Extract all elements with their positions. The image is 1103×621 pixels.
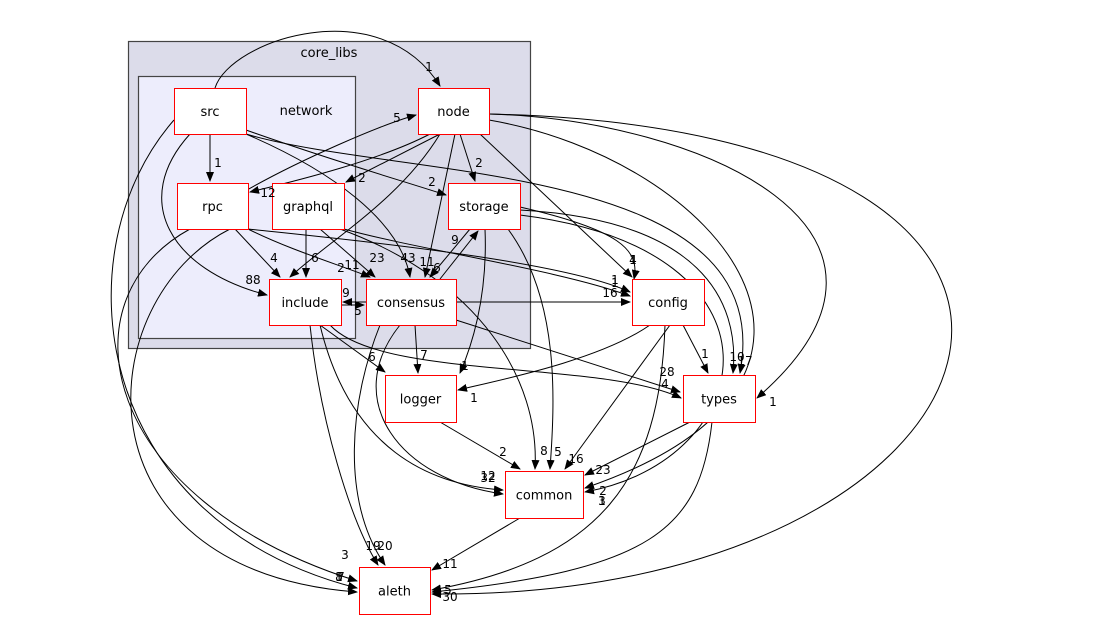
- node-config[interactable]: config: [632, 279, 705, 326]
- node-label: storage: [459, 200, 508, 215]
- edge-label: 2: [358, 171, 366, 185]
- edge-label: 2: [499, 445, 507, 459]
- edge-label: 11: [442, 557, 457, 571]
- node-src[interactable]: src: [174, 88, 247, 135]
- node-label: node: [437, 105, 469, 120]
- node-types[interactable]: types: [683, 375, 756, 423]
- node-storage[interactable]: storage: [448, 183, 521, 230]
- edge-label: 5: [554, 445, 562, 459]
- edge-label: 6: [433, 261, 441, 275]
- edge-label: 12: [260, 186, 275, 200]
- edge-label: 16: [568, 452, 583, 466]
- node-graphql[interactable]: graphql: [272, 183, 345, 230]
- edge-label: 11: [344, 258, 359, 272]
- edge-label: 3: [341, 548, 349, 562]
- node-label: logger: [400, 393, 442, 408]
- node-label: rpc: [202, 200, 223, 215]
- edge-label: 1: [214, 156, 222, 170]
- edge-from-consensus: [455, 319, 681, 394]
- edge-label: 1: [470, 391, 478, 405]
- edge-label: 1: [629, 253, 637, 267]
- edge-label: 5: [354, 304, 362, 318]
- node-consensus[interactable]: consensus: [366, 279, 457, 326]
- node-label: consensus: [377, 296, 445, 311]
- node-aleth[interactable]: aleth: [359, 567, 431, 615]
- edge-label: 16: [602, 286, 617, 300]
- edge-label: 9: [342, 286, 350, 300]
- edge-from-config: [564, 324, 671, 470]
- node-node[interactable]: node: [418, 88, 490, 135]
- node-label: types: [701, 393, 737, 408]
- node-label: aleth: [378, 585, 411, 600]
- edge-label: 5: [393, 111, 401, 125]
- cluster-network-label: network: [280, 104, 333, 119]
- node-label: include: [281, 296, 328, 311]
- edge-label: 3: [598, 494, 606, 508]
- edge-label: 7: [420, 348, 428, 362]
- edge-from-logger: [439, 421, 521, 470]
- node-label: graphql: [283, 200, 333, 215]
- edge-label: 4: [270, 251, 278, 265]
- edge-label: 20: [377, 539, 392, 553]
- node-label: src: [201, 105, 220, 120]
- edge-label: 7: [337, 570, 345, 584]
- edge-label: 30: [442, 590, 457, 604]
- edge-label: 2: [428, 175, 436, 189]
- edge-label: 23: [369, 251, 384, 265]
- edge-label: 17: [737, 354, 752, 368]
- node-label: common: [516, 489, 573, 504]
- cluster-core-libs-label: core_libs: [301, 46, 358, 61]
- edge-label: 43: [400, 251, 415, 265]
- edge-label: 6: [311, 251, 319, 265]
- edge-label: 8: [540, 444, 548, 458]
- node-logger[interactable]: logger: [385, 375, 457, 423]
- edge-label: 88: [245, 273, 260, 287]
- node-label: config: [648, 296, 688, 311]
- graph-canvas: core_libs network src node rpc graphql stora…: [110, 31, 952, 615]
- edge-label: 1: [461, 359, 469, 373]
- node-include[interactable]: include: [269, 279, 342, 326]
- edge-label: 32: [480, 471, 495, 485]
- edge-label: 23: [595, 463, 610, 477]
- edge-label: 9: [451, 233, 459, 247]
- edge-label: 1: [701, 347, 709, 361]
- edge-label: 2: [475, 156, 483, 170]
- edge-label: 1: [769, 395, 777, 409]
- edge-label: 4: [661, 377, 669, 391]
- edge-label: 1: [425, 60, 433, 74]
- node-common[interactable]: common: [505, 471, 584, 519]
- edge-label: 6: [368, 350, 376, 364]
- node-rpc[interactable]: rpc: [177, 183, 249, 230]
- directory-dependency-graph: core_libs network src node rpc graphql stora…: [0, 0, 1103, 621]
